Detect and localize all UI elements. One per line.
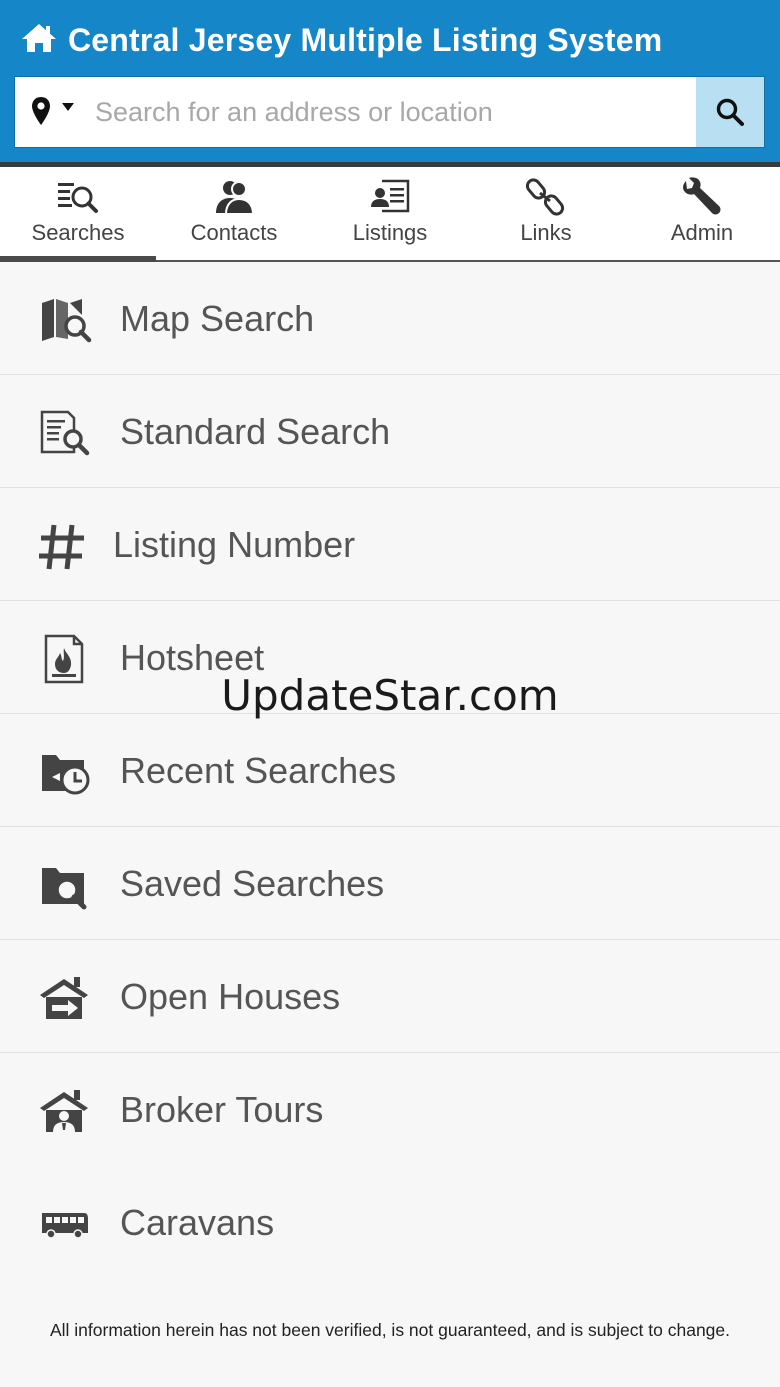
app-header: Central Jersey Multiple Listing System: [0, 0, 780, 162]
tab-label: Admin: [670, 220, 734, 245]
menu-item-open-houses[interactable]: Open Houses: [0, 940, 780, 1053]
bus-icon: [42, 1213, 88, 1239]
menu-item-label: Map Search: [120, 298, 315, 339]
search-bar: [14, 76, 765, 148]
tab-label: Links: [520, 220, 572, 245]
magnifier-icon: [716, 98, 744, 126]
menu-item-standard-search[interactable]: Standard Search: [0, 375, 780, 488]
menu-item-caravans[interactable]: Caravans: [0, 1166, 780, 1279]
menu-item-label: Open Houses: [120, 976, 341, 1017]
document-search-icon: [40, 410, 90, 456]
chevron-down-icon: [62, 103, 74, 111]
tab-links[interactable]: Links: [468, 167, 624, 260]
menu-item-label: Recent Searches: [120, 750, 397, 791]
tab-admin[interactable]: Admin: [624, 167, 780, 260]
menu-item-label: Saved Searches: [120, 863, 385, 904]
location-pin-icon: [32, 97, 74, 125]
menu-item-broker-tours[interactable]: Broker Tours: [0, 1053, 780, 1166]
search-list-icon: [58, 183, 98, 213]
disclaimer-text: All information herein has not been veri…: [49, 1320, 730, 1340]
tab-label: Searches: [31, 220, 125, 245]
menu-item-label: Broker Tours: [120, 1089, 324, 1130]
tab-contacts[interactable]: Contacts: [156, 167, 312, 260]
map-search-icon: [42, 299, 92, 343]
folder-clock-icon: [42, 755, 90, 795]
folder-search-icon: [42, 868, 87, 910]
watermark-text: UpdateStar.com: [221, 671, 559, 720]
house-person-icon: [40, 1090, 88, 1132]
menu-item-saved-searches[interactable]: Saved Searches: [0, 827, 780, 940]
tab-listings[interactable]: Listings: [312, 167, 468, 260]
menu-item-listing-number[interactable]: Listing Number: [0, 488, 780, 601]
home-icon[interactable]: [20, 22, 58, 54]
chain-link-icon: [525, 178, 565, 216]
search-button[interactable]: [696, 77, 764, 147]
search-menu: Map Search Standard Search Listing Numbe…: [0, 262, 780, 1279]
menu-item-recent-searches[interactable]: Recent Searches: [0, 714, 780, 827]
hash-icon: [39, 524, 84, 570]
app-title: Central Jersey Multiple Listing System: [68, 22, 663, 58]
contacts-icon: [216, 181, 255, 215]
menu-item-map-search[interactable]: Map Search: [0, 262, 780, 375]
tab-searches[interactable]: Searches: [0, 167, 156, 262]
tab-label: Contacts: [190, 220, 278, 245]
menu-item-label: Listing Number: [113, 524, 356, 565]
listings-icon: [371, 179, 410, 213]
menu-item-label: Standard Search: [120, 411, 391, 452]
wrench-icon: [683, 177, 721, 215]
menu-item-label: Caravans: [120, 1202, 275, 1243]
location-dropdown[interactable]: [29, 95, 93, 131]
house-arrow-icon: [40, 977, 88, 1019]
tab-label: Listings: [352, 220, 428, 245]
tab-bar: Searches Contacts Listings Links Admin: [0, 167, 780, 262]
search-input[interactable]: [95, 77, 695, 147]
